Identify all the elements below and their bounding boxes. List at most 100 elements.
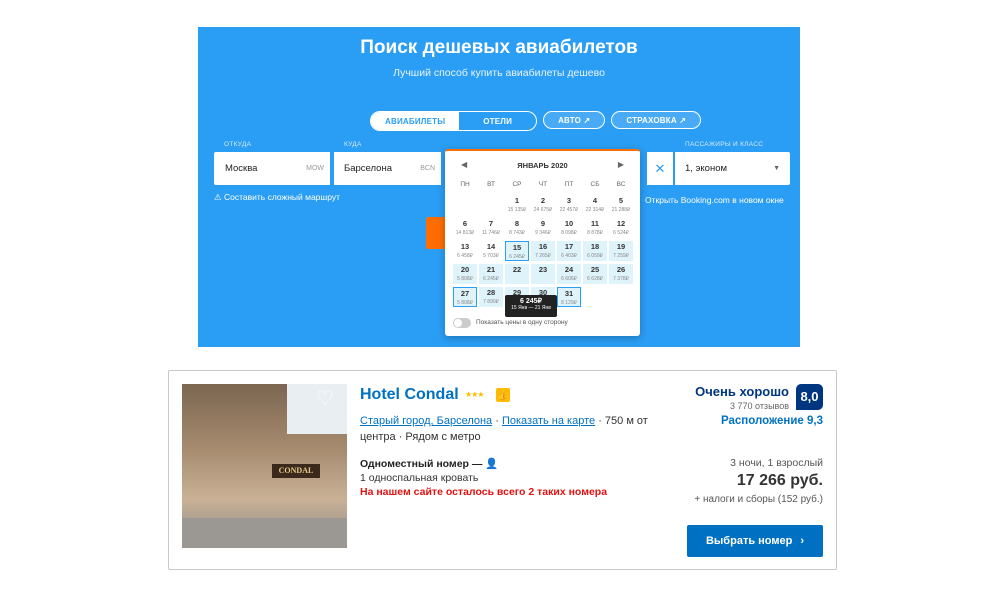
calendar-day[interactable]: 2 24 675₽ bbox=[531, 195, 555, 215]
calendar-day[interactable]: 3 22 457₽ bbox=[557, 195, 581, 215]
day-number: 4 bbox=[592, 196, 598, 205]
one-way-toggle[interactable] bbox=[453, 318, 471, 328]
search-tabs: АВИАБИЛЕТЫ ОТЕЛИ АВТО ↗ СТРАХОВКА ↗ bbox=[370, 111, 702, 131]
calendar-day[interactable]: 31 8 129₽ bbox=[557, 287, 581, 307]
day-number: 27 bbox=[460, 289, 470, 298]
calendar-day[interactable]: 5 21 288₽ bbox=[609, 195, 633, 215]
to-code: BCN bbox=[420, 165, 435, 172]
search-title: Поиск дешевых авиабилетов bbox=[360, 37, 638, 58]
calendar-day[interactable]: 18 6 059₽ bbox=[583, 241, 607, 261]
review-count: 3 770 отзывов bbox=[729, 401, 789, 411]
day-number: 10 bbox=[564, 219, 574, 228]
star-rating: ★★★ bbox=[465, 390, 484, 399]
to-field[interactable]: Барселона BCN bbox=[334, 152, 441, 185]
calendar-day[interactable]: 14 5 703₽ bbox=[479, 241, 503, 261]
calendar-day[interactable]: 21 6 245₽ bbox=[479, 264, 503, 284]
taxes-note: + налоги и сборы (152 руб.) bbox=[694, 494, 823, 505]
day-price: 11 746₽ bbox=[481, 230, 501, 236]
calendar-day[interactable]: 6 14 813₽ bbox=[453, 218, 477, 238]
one-way-toggle-label: Показать цены в одну сторону bbox=[476, 319, 568, 326]
tab-group: АВИАБИЛЕТЫ ОТЕЛИ bbox=[370, 111, 538, 131]
calendar-day[interactable]: 17 6 403₽ bbox=[557, 241, 581, 261]
day-number: 23 bbox=[538, 265, 548, 274]
day-number: 9 bbox=[540, 219, 546, 228]
calendar-day[interactable]: 12 6 524₽ bbox=[609, 218, 633, 238]
calendar-day[interactable]: 25 6 628₽ bbox=[583, 264, 607, 284]
score-badge: 8,0 bbox=[796, 384, 823, 410]
hotel-card: CONDAL ♡ Hotel Condal ★★★ 👍 Старый город… bbox=[168, 370, 837, 570]
calendar-day[interactable]: 28 7 890₽ bbox=[479, 287, 503, 307]
calendar-day[interactable]: 22 bbox=[505, 264, 529, 284]
from-code: MOW bbox=[306, 165, 324, 172]
booking-link[interactable]: Открыть Booking.com в новом окне bbox=[645, 195, 784, 205]
calendar-day[interactable]: 16 7 265₽ bbox=[531, 241, 555, 261]
day-number: 7 bbox=[488, 219, 494, 228]
calendar-day[interactable]: 15 6 245₽ bbox=[505, 241, 529, 261]
calendar-day[interactable]: 27 5 808₽ bbox=[453, 287, 477, 307]
chevron-down-icon: ▼ bbox=[773, 165, 780, 172]
weekday-label: СР bbox=[512, 181, 522, 188]
tab-hotels[interactable]: ОТЕЛИ bbox=[459, 112, 536, 130]
calendar-day[interactable]: 19 7 259₽ bbox=[609, 241, 633, 261]
tab-flights[interactable]: АВИАБИЛЕТЫ bbox=[371, 112, 460, 130]
day-number: 18 bbox=[590, 242, 600, 251]
day-number: 16 bbox=[538, 242, 548, 251]
calendar-day[interactable]: 10 8 098₽ bbox=[557, 218, 581, 238]
hotel-name[interactable]: Hotel Condal bbox=[360, 386, 459, 404]
room-type: Одноместный номер — 👤 bbox=[360, 457, 498, 470]
day-number: 25 bbox=[590, 265, 600, 274]
plane-icon: ⚠ bbox=[214, 192, 224, 202]
calendar-day[interactable]: 24 6 606₽ bbox=[557, 264, 581, 284]
to-label: КУДА bbox=[344, 141, 362, 148]
bed-info: 1 односпальная кровать bbox=[360, 472, 479, 484]
calendar-day[interactable]: 1 15 135₽ bbox=[505, 195, 529, 215]
tab-insurance[interactable]: СТРАХОВКА ↗ bbox=[611, 111, 702, 129]
separator: · bbox=[495, 415, 502, 427]
pax-field[interactable]: 1, эконом ▼ bbox=[675, 152, 790, 185]
thumbs-up-icon: 👍 bbox=[496, 388, 510, 402]
day-number: 19 bbox=[616, 242, 626, 251]
flight-search-panel: Поиск дешевых авиабилетов Лучший способ … bbox=[198, 27, 800, 347]
stay-details: 3 ночи, 1 взрослый bbox=[730, 457, 823, 469]
day-price: 8 098₽ bbox=[561, 230, 577, 236]
calendar-day[interactable]: 4 22 314₽ bbox=[583, 195, 607, 215]
day-price: 6 403₽ bbox=[561, 253, 577, 259]
photo-street bbox=[182, 518, 347, 548]
calendar-day[interactable]: 20 5 808₽ bbox=[453, 264, 477, 284]
complex-route-text: Составить сложный маршрут bbox=[223, 192, 341, 202]
weekday-label: СБ bbox=[590, 181, 600, 188]
clear-dates-icon[interactable]: ✕ bbox=[647, 152, 673, 185]
day-number: 17 bbox=[564, 242, 574, 251]
from-label: ОТКУДА bbox=[224, 141, 252, 148]
calendar-day[interactable]: 8 8 743₽ bbox=[505, 218, 529, 238]
calendar-day[interactable]: 9 9 346₽ bbox=[531, 218, 555, 238]
calendar-day[interactable]: 13 6 458₽ bbox=[453, 241, 477, 261]
day-number: 13 bbox=[460, 242, 470, 251]
next-month-icon[interactable]: ▶ bbox=[618, 160, 624, 169]
location-score: Расположение 9,3 bbox=[720, 415, 823, 427]
complex-route-link[interactable]: ⚠ Составить сложный маршрут bbox=[214, 192, 340, 203]
pax-label: ПАССАЖИРЫ И КЛАСС bbox=[685, 141, 764, 148]
weekday-label: ПТ bbox=[564, 181, 574, 188]
day-price: 22 457₽ bbox=[559, 207, 579, 213]
tab-auto[interactable]: АВТО ↗ bbox=[543, 111, 606, 129]
hotel-sign: CONDAL bbox=[272, 464, 320, 478]
day-number: 12 bbox=[616, 219, 626, 228]
select-room-button[interactable]: Выбрать номер › bbox=[687, 525, 823, 557]
district-link[interactable]: Старый город, Барселона bbox=[360, 415, 492, 427]
day-price: 15 135₽ bbox=[507, 207, 527, 213]
calendar-day[interactable]: 11 8 878₽ bbox=[583, 218, 607, 238]
rating-word: Очень хорошо bbox=[695, 384, 789, 399]
calendar-day[interactable]: 7 11 746₽ bbox=[479, 218, 503, 238]
day-number: 5 bbox=[618, 196, 624, 205]
weekday-label: ЧТ bbox=[538, 181, 548, 188]
map-link[interactable]: Показать на карте bbox=[502, 415, 595, 427]
chevron-right-icon: › bbox=[800, 535, 805, 547]
day-number: 2 bbox=[540, 196, 546, 205]
calendar-day[interactable]: 23 bbox=[531, 264, 555, 284]
calendar-day[interactable]: 26 7 378₽ bbox=[609, 264, 633, 284]
pax-value: 1, эконом bbox=[685, 163, 728, 174]
day-number: 3 bbox=[566, 196, 572, 205]
heart-icon[interactable]: ♡ bbox=[316, 389, 334, 409]
from-field[interactable]: Москва MOW bbox=[214, 152, 330, 185]
